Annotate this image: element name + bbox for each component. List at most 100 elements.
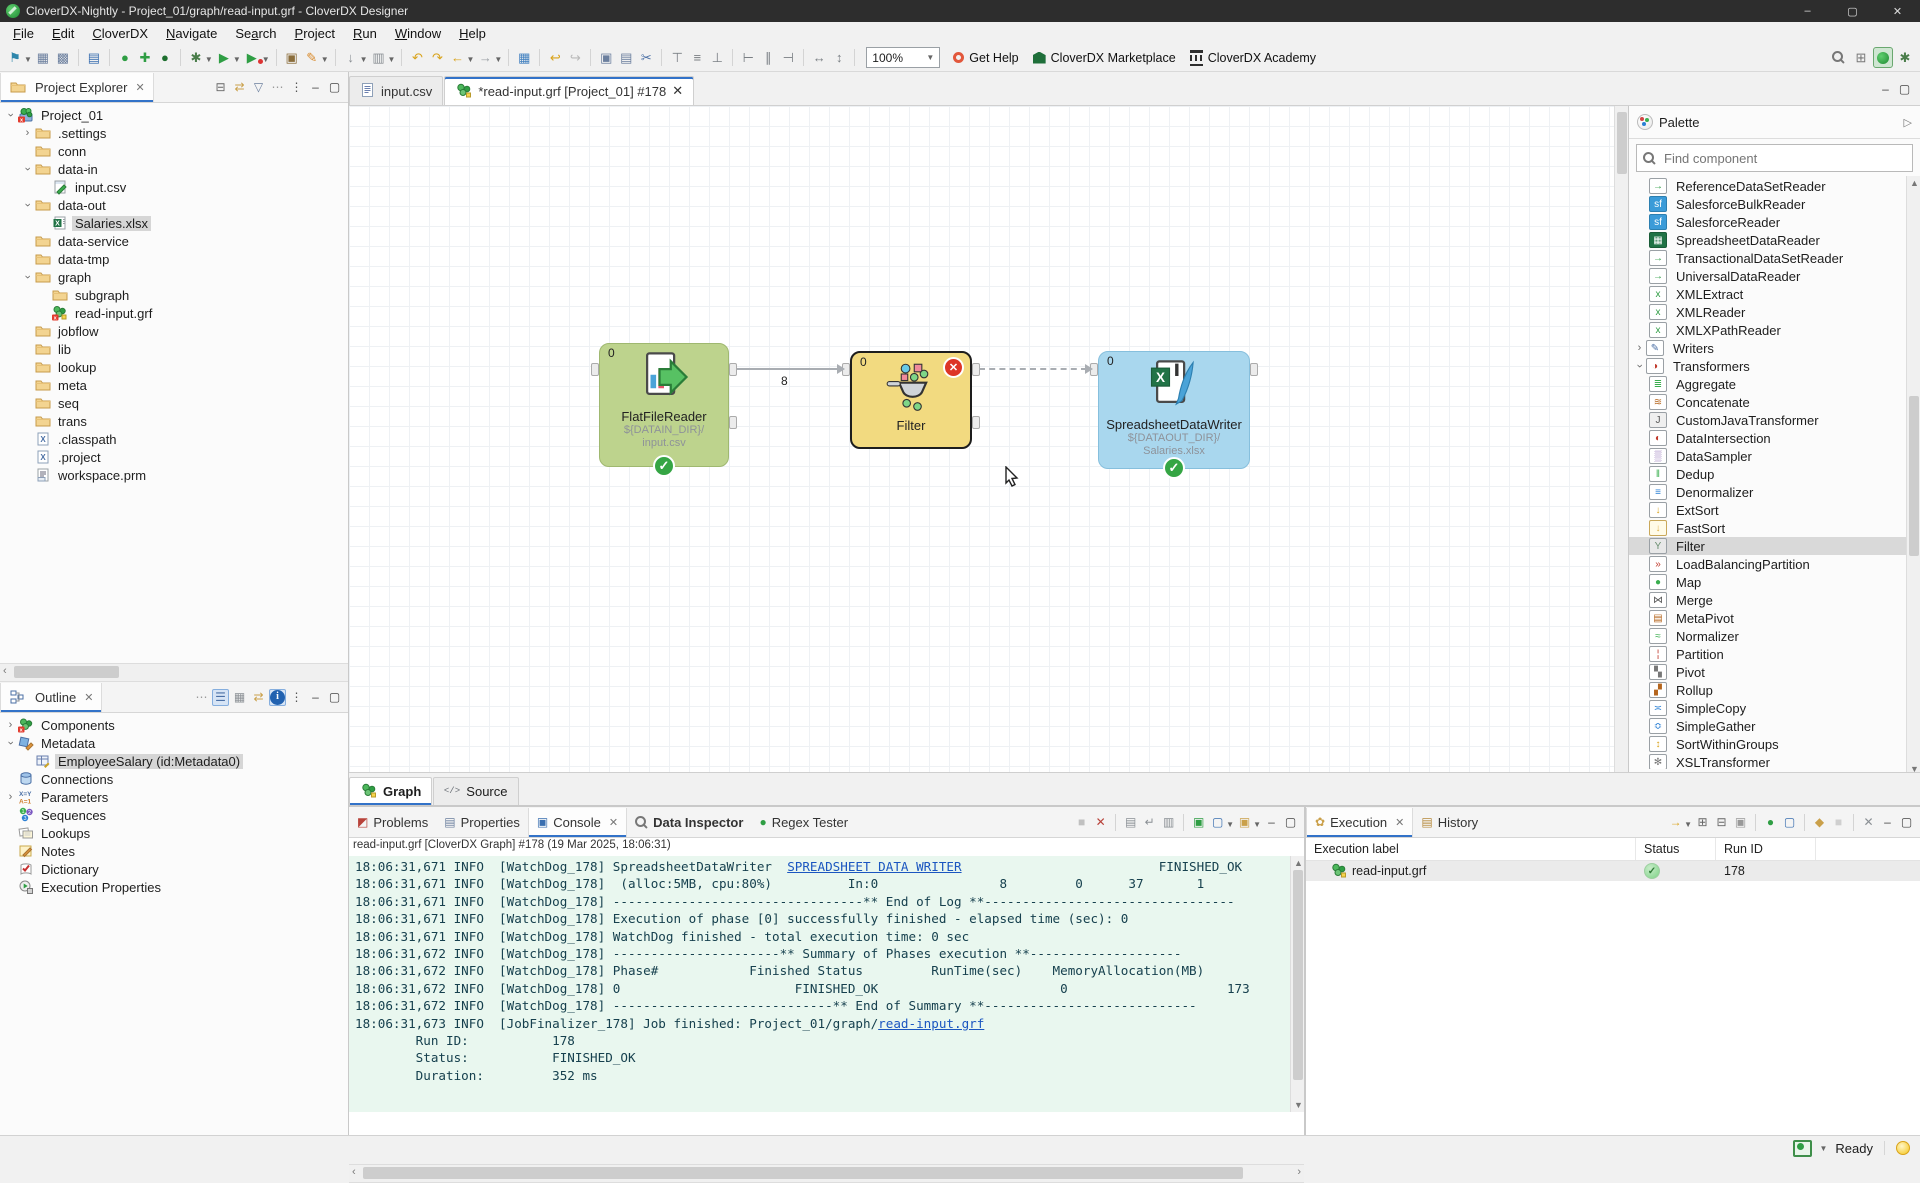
column-header-execution-label[interactable]: Execution label: [1306, 838, 1636, 860]
close-icon[interactable]: ✕: [84, 691, 93, 704]
tree-item-jobflow[interactable]: jobflow: [0, 322, 348, 340]
collapse-twisty-icon[interactable]: ›: [22, 199, 34, 212]
chevron-down-icon[interactable]: ▼: [1820, 1144, 1828, 1153]
collapse-twisty-icon[interactable]: ›: [1634, 360, 1646, 373]
tree-item-sequences[interactable]: 123Sequences: [0, 806, 348, 824]
port-stub[interactable]: [591, 363, 599, 376]
scrollbar-thumb[interactable]: [1617, 112, 1627, 174]
dropdown-caret-icon[interactable]: ▼: [494, 55, 502, 64]
dropdown-caret-icon[interactable]: ▼: [24, 55, 32, 64]
palette-item-loadbalancingpartition[interactable]: »LoadBalancingPartition: [1629, 555, 1920, 573]
scrollbar-thumb[interactable]: [1909, 396, 1919, 556]
scrollbar-thumb[interactable]: [1293, 870, 1303, 1080]
tree-item-project[interactable]: X.project: [0, 448, 348, 466]
cloverdx-academy-button[interactable]: CloverDX Academy: [1190, 50, 1316, 66]
flame-icon[interactable]: ↩: [546, 48, 564, 67]
tree-item-employeesalary-id-metadata0[interactable]: EmployeeSalary (id:Metadata0): [0, 752, 348, 770]
run-navigation-icon[interactable]: →: [1667, 814, 1684, 831]
dropdown-caret-icon[interactable]: ▼: [388, 55, 396, 64]
tree-item-input-csv[interactable]: input.csv: [0, 178, 348, 196]
tree-item-meta[interactable]: meta: [0, 376, 348, 394]
edit-metadata-icon[interactable]: ▦: [515, 48, 533, 67]
expand-twisty-icon[interactable]: ›: [21, 127, 34, 139]
display-selected-icon[interactable]: ▢: [1209, 814, 1226, 831]
tree-item-workspace-prm[interactable]: workspace.prm: [0, 466, 348, 484]
minimize-icon[interactable]: ‒: [1879, 814, 1896, 831]
server-status-icon[interactable]: [1793, 1140, 1812, 1157]
palette-item-merge[interactable]: ⋈Merge: [1629, 591, 1920, 609]
clover-run-icon[interactable]: ●: [116, 48, 134, 67]
stop-disabled-icon[interactable]: ■: [1830, 814, 1847, 831]
palette-item-denormalizer[interactable]: ≡Denormalizer: [1629, 483, 1920, 501]
tree-item-metadata[interactable]: ›Metadata: [0, 734, 348, 752]
highlighter-icon[interactable]: ✎: [303, 48, 321, 67]
show-in-graph-icon[interactable]: ●: [1762, 814, 1779, 831]
scrollbar-thumb[interactable]: [14, 666, 119, 678]
project-explorer-tab[interactable]: Project Explorer ✕: [0, 73, 154, 102]
cloverdx-marketplace-button[interactable]: CloverDX Marketplace: [1033, 51, 1176, 65]
new-console-icon[interactable]: ▣: [1236, 814, 1253, 831]
menu-window[interactable]: Window: [386, 24, 450, 43]
console-log[interactable]: 18:06:31,671 INFO [WatchDog_178] Spreads…: [349, 856, 1290, 1112]
palette-item-simplecopy[interactable]: ≍SimpleCopy: [1629, 699, 1920, 717]
run-server-icon[interactable]: ▶: [243, 48, 261, 67]
dropdown-caret-icon[interactable]: ▼: [1684, 820, 1692, 829]
remove-run-icon[interactable]: ✕: [1860, 814, 1877, 831]
dropdown-caret-icon[interactable]: ▼: [360, 55, 368, 64]
dropdown-caret-icon[interactable]: ▼: [262, 55, 270, 64]
paste-icon[interactable]: ▤: [617, 48, 635, 67]
palette-item-dedup[interactable]: ‖Dedup: [1629, 465, 1920, 483]
tree-item-lookup[interactable]: lookup: [0, 358, 348, 376]
scroll-left-icon[interactable]: ‹: [3, 665, 7, 677]
palette-collapse-icon[interactable]: ▷: [1904, 116, 1912, 129]
palette-category-transformers[interactable]: ›◑Transformers: [1629, 357, 1920, 375]
pin-console-icon[interactable]: ▣: [1190, 814, 1207, 831]
edge-filter-to-writer[interactable]: [979, 368, 1087, 370]
maximize-icon[interactable]: ▢: [326, 689, 343, 706]
editor-tab-input-csv[interactable]: input.csv: [349, 76, 443, 105]
scroll-down-icon[interactable]: ▼: [1294, 1100, 1303, 1110]
briefcase-icon[interactable]: ▣: [283, 48, 301, 67]
close-icon[interactable]: ✕: [1395, 816, 1404, 829]
terminate-icon[interactable]: ■: [1073, 814, 1090, 831]
dropdown-caret-icon[interactable]: ▼: [1226, 820, 1234, 829]
dropdown-caret-icon[interactable]: ▼: [466, 55, 474, 64]
tree-item-notes[interactable]: Notes: [0, 842, 348, 860]
align-top-icon[interactable]: ⊤: [668, 48, 686, 67]
column-header-run-id[interactable]: Run ID: [1716, 838, 1816, 860]
tab-problems[interactable]: ◩Problems: [349, 808, 436, 837]
minimize-icon[interactable]: ‒: [1877, 80, 1894, 97]
tree-item-classpath[interactable]: X.classpath: [0, 430, 348, 448]
palette-item-salesforcebulkreader[interactable]: sfSalesforceBulkReader: [1629, 195, 1920, 213]
align-bottom-icon[interactable]: ⊥: [708, 48, 726, 67]
dropdown-caret-icon[interactable]: ▼: [233, 55, 241, 64]
execution-row-read-input-grf[interactable]: read-input.grf✓178: [1306, 861, 1920, 881]
view-tab-source[interactable]: </>Source: [433, 777, 518, 805]
palette-item-rollup[interactable]: ▞Rollup: [1629, 681, 1920, 699]
collapse-all-icon[interactable]: ⊟: [212, 79, 229, 96]
view-menu-icon[interactable]: ⋮: [288, 689, 305, 706]
dropdown-caret-icon[interactable]: ▼: [321, 55, 329, 64]
tree-item-data-service[interactable]: data-service: [0, 232, 348, 250]
forward-icon[interactable]: →: [476, 48, 494, 67]
canvas-vscrollbar[interactable]: [1614, 106, 1629, 772]
palette-item-fastsort[interactable]: ↓FastSort: [1629, 519, 1920, 537]
port-stub[interactable]: [972, 416, 980, 429]
distribute-v-icon[interactable]: ↕: [830, 48, 848, 67]
get-help-button[interactable]: Get Help: [953, 51, 1018, 65]
menu-run[interactable]: Run: [344, 24, 386, 43]
distribute-h-icon[interactable]: ↔: [810, 48, 828, 67]
link-editor-icon[interactable]: ⇄: [231, 79, 248, 96]
tree-item-parameters[interactable]: ›X=YA=1Parameters: [0, 788, 348, 806]
show-console-icon[interactable]: ▢: [1781, 814, 1798, 831]
console-link[interactable]: read-input.grf: [878, 1016, 984, 1031]
palette-item-xmlextract[interactable]: xXMLExtract: [1629, 285, 1920, 303]
tree-item-salaries-xlsx[interactable]: XSalaries.xlsx: [0, 214, 348, 232]
clover-perspective-icon[interactable]: [1873, 47, 1893, 68]
node-filter[interactable]: 0Filter✕: [850, 351, 972, 449]
find-component-input[interactable]: [1662, 150, 1866, 167]
minimize-icon[interactable]: ‒: [307, 79, 324, 96]
expand-twisty-icon[interactable]: ›: [4, 791, 17, 803]
node-spreadsheetdatawriter[interactable]: 0XSpreadsheetDataWriter${DATAOUT_DIR}/Sa…: [1098, 351, 1250, 469]
save-all-icon[interactable]: ▩: [54, 48, 72, 67]
